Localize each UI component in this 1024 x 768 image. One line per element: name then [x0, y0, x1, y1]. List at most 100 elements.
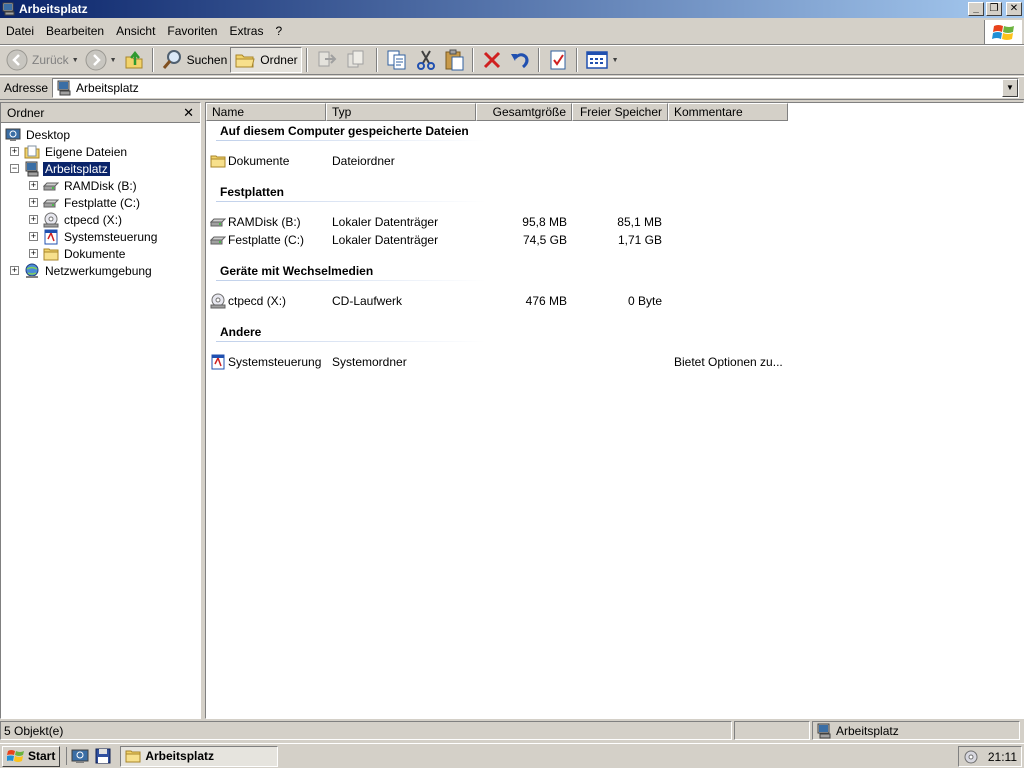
properties-button[interactable]	[544, 47, 572, 73]
clock[interactable]: 21:11	[988, 750, 1017, 764]
expand-toggle[interactable]: +	[29, 232, 38, 241]
list-item[interactable]: Systemsteuerung Systemordner Bietet Opti…	[210, 353, 790, 370]
folder-pane-close-button[interactable]: ✕	[183, 105, 194, 121]
item-type: Systemordner	[332, 354, 407, 369]
up-button[interactable]	[120, 47, 148, 73]
move-to-button[interactable]	[312, 47, 342, 73]
taskbar: Start Arbeitsplatz 21:11	[0, 743, 1024, 768]
tree-label-ramdisk: RAMDisk (B:)	[64, 178, 137, 193]
back-button[interactable]: Zurück ▼	[3, 47, 82, 73]
hard-drive-icon	[43, 182, 59, 190]
restore-button[interactable]: ❐	[986, 2, 1002, 16]
system-tray: 21:11	[958, 746, 1022, 767]
menu-favoriten[interactable]: Favoriten	[161, 23, 223, 39]
expand-toggle[interactable]: +	[29, 181, 38, 190]
taskbar-window-arbeitsplatz[interactable]: Arbeitsplatz	[120, 745, 279, 767]
item-free-space: 85,1 MB	[617, 214, 662, 229]
tree-item-eigene-dateien[interactable]: + Eigene Dateien	[10, 143, 129, 160]
tree-item-systemsteuerung[interactable]: + Systemsteuerung	[29, 228, 159, 245]
close-button[interactable]: ✕	[1006, 2, 1022, 16]
menu-help[interactable]: ?	[269, 23, 288, 39]
delete-button[interactable]	[478, 47, 506, 73]
group-header-hard-drives: Festplatten	[220, 185, 285, 199]
title-bar[interactable]: Arbeitsplatz _ ❐ ✕	[0, 0, 1024, 18]
cut-button[interactable]	[412, 47, 440, 73]
hard-drive-icon	[210, 236, 226, 244]
column-header-free-space[interactable]: Freier Speicher	[572, 103, 668, 121]
toolbar: Zurück ▼ ▼ Suchen Ordner ▼	[0, 45, 1024, 75]
expand-toggle[interactable]: +	[29, 215, 38, 224]
copy-to-button[interactable]	[342, 47, 372, 73]
list-item[interactable]: Dokumente Dateiordner	[210, 152, 790, 169]
undo-button[interactable]	[506, 47, 534, 73]
column-header-total-size[interactable]: Gesamtgröße	[476, 103, 572, 121]
item-total-size: 74,5 GB	[522, 232, 567, 247]
toolbar-separator	[305, 48, 308, 72]
group-header-other: Andere	[220, 325, 262, 339]
paste-button[interactable]	[440, 47, 468, 73]
collapse-toggle[interactable]: −	[10, 164, 19, 173]
expand-toggle[interactable]: +	[29, 198, 38, 207]
tree-label-arbeitsplatz: Arbeitsplatz	[43, 161, 110, 176]
tree-item-ctpecd[interactable]: + ctpecd (X:)	[29, 211, 124, 228]
forward-dropdown-icon[interactable]: ▼	[110, 57, 117, 64]
list-item[interactable]: Festplatte (C:) Lokaler Datenträger 74,5…	[210, 231, 790, 248]
menu-extras[interactable]: Extras	[223, 23, 269, 39]
menu-bearbeiten[interactable]: Bearbeiten	[40, 23, 110, 39]
show-desktop-icon[interactable]	[71, 747, 89, 765]
folder-icon	[43, 248, 59, 260]
tree-item-festplatte[interactable]: + Festplatte (C:)	[29, 194, 142, 211]
list-item[interactable]: ctpecd (X:) CD-Laufwerk 476 MB 0 Byte	[210, 292, 790, 309]
address-label: Adresse	[4, 81, 49, 95]
window-title: Arbeitsplatz	[19, 2, 88, 16]
start-button[interactable]: Start	[2, 745, 61, 767]
group-divider	[216, 341, 486, 342]
search-label: Suchen	[186, 53, 228, 67]
tree-label-desktop: Desktop	[26, 127, 71, 142]
item-type: Dateiordner	[332, 153, 395, 168]
tree-item-netzwerkumgebung[interactable]: + Netzwerkumgebung	[10, 262, 154, 279]
expand-toggle[interactable]: +	[29, 249, 38, 258]
menu-datei[interactable]: Datei	[0, 23, 40, 39]
list-item[interactable]: RAMDisk (B:) Lokaler Datenträger 95,8 MB…	[210, 213, 790, 230]
views-dropdown-icon[interactable]: ▼	[612, 57, 619, 64]
item-comment: Bietet Optionen zu...	[674, 354, 783, 369]
column-header-name[interactable]: Name	[206, 103, 326, 121]
forward-button[interactable]: ▼	[82, 47, 120, 73]
cd-tray-icon[interactable]	[963, 749, 979, 765]
address-dropdown-button[interactable]: ▼	[1002, 79, 1018, 97]
folder-pane: Ordner ✕ Desktop + Eigene Dateien − Arbe…	[0, 102, 201, 719]
taskbar-window-label: Arbeitsplatz	[145, 749, 215, 763]
menu-ansicht[interactable]: Ansicht	[110, 23, 161, 39]
tree-item-arbeitsplatz[interactable]: − Arbeitsplatz	[10, 160, 110, 177]
group-divider	[216, 201, 486, 202]
menu-ansicht-label: Ansicht	[116, 24, 156, 38]
item-free-space: 1,71 GB	[617, 232, 662, 247]
menu-extras-label: Extras	[229, 24, 264, 38]
tree-item-dokumente[interactable]: + Dokumente	[29, 245, 127, 262]
column-header-comments[interactable]: Kommentare	[668, 103, 788, 121]
hard-drive-icon	[43, 199, 59, 207]
tree-label-netzwerkumgebung: Netzwerkumgebung	[45, 263, 152, 278]
column-header-type[interactable]: Typ	[326, 103, 476, 121]
group-divider	[216, 280, 486, 281]
my-documents-icon	[24, 145, 40, 158]
windows-logo-icon	[7, 750, 24, 762]
desktop-icon	[5, 128, 21, 141]
toolbar-separator	[575, 48, 578, 72]
status-location-label: Arbeitsplatz	[836, 723, 899, 738]
folders-button[interactable]: Ordner	[230, 47, 302, 73]
address-value[interactable]: Arbeitsplatz	[76, 81, 139, 95]
menu-bar: Datei Bearbeiten Ansicht Favoriten Extra…	[0, 18, 1024, 45]
copy-button[interactable]	[382, 47, 412, 73]
minimize-button[interactable]: _	[968, 2, 984, 16]
expand-toggle[interactable]: +	[10, 266, 19, 275]
search-button[interactable]: Suchen	[158, 47, 231, 73]
expand-toggle[interactable]: +	[10, 147, 19, 156]
views-button[interactable]: ▼	[582, 47, 622, 73]
save-disk-icon[interactable]	[94, 747, 112, 765]
tree-item-desktop[interactable]: Desktop	[5, 126, 72, 143]
tree-item-ramdisk[interactable]: + RAMDisk (B:)	[29, 177, 139, 194]
address-field[interactable]: Arbeitsplatz ▼	[52, 78, 1019, 98]
back-dropdown-icon[interactable]: ▼	[72, 57, 79, 64]
